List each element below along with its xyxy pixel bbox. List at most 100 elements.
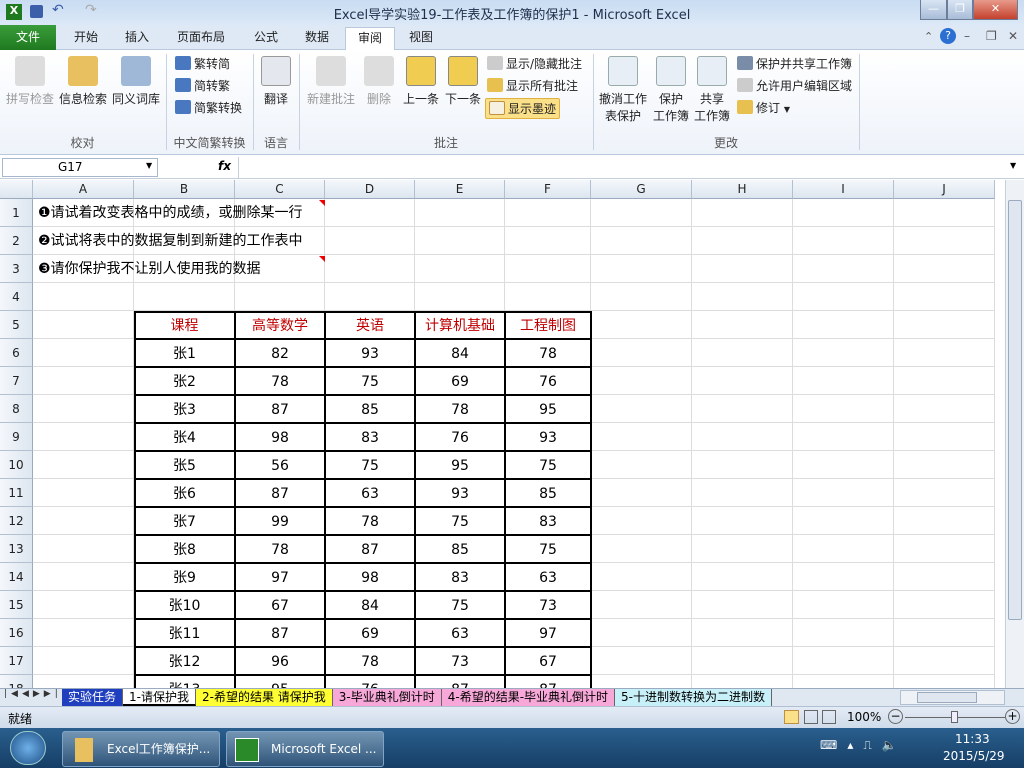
table-cell[interactable]: 76: [325, 675, 415, 688]
allow-edit-ranges-button[interactable]: 允许用户编辑区域: [737, 76, 852, 96]
cell[interactable]: [33, 367, 134, 395]
track-changes-button[interactable]: 修订 ▼: [737, 98, 790, 118]
zoom-level[interactable]: 100%: [847, 710, 881, 724]
tab-data[interactable]: 数据: [293, 27, 341, 50]
cell[interactable]: [793, 339, 894, 367]
row-header-10[interactable]: 10: [0, 451, 33, 479]
table-cell[interactable]: 78: [325, 507, 415, 535]
trad-to-simp-button[interactable]: 繁转简: [175, 54, 230, 74]
horizontal-scrollbar[interactable]: [900, 690, 1005, 705]
row-header-13[interactable]: 13: [0, 535, 33, 563]
cell[interactable]: [894, 199, 995, 227]
help-icon[interactable]: ?: [940, 28, 956, 44]
cell[interactable]: [894, 255, 995, 283]
column-header-H[interactable]: H: [692, 180, 793, 199]
cell[interactable]: [692, 227, 793, 255]
wb-minimize-icon[interactable]: –: [964, 29, 970, 43]
cell[interactable]: [505, 255, 591, 283]
column-header-D[interactable]: D: [325, 180, 415, 199]
cell[interactable]: [793, 395, 894, 423]
formula-input[interactable]: [238, 157, 1008, 178]
table-cell[interactable]: 69: [325, 619, 415, 647]
restore-button[interactable]: ❐: [947, 0, 973, 20]
page-layout-view-icon[interactable]: [804, 710, 818, 724]
cell[interactable]: [33, 451, 134, 479]
next-comment-button[interactable]: 下一条: [443, 56, 483, 107]
table-cell[interactable]: 75: [505, 451, 591, 479]
clock-date[interactable]: 2015/5/29: [943, 749, 1005, 763]
row-header-9[interactable]: 9: [0, 423, 33, 451]
cell[interactable]: [33, 591, 134, 619]
table-cell[interactable]: 张2: [134, 367, 235, 395]
row-header-12[interactable]: 12: [0, 507, 33, 535]
cell[interactable]: [793, 367, 894, 395]
cell[interactable]: [33, 311, 134, 339]
table-cell[interactable]: 93: [505, 423, 591, 451]
cell[interactable]: [505, 227, 591, 255]
cell[interactable]: [692, 255, 793, 283]
cell[interactable]: [894, 339, 995, 367]
row-header-17[interactable]: 17: [0, 647, 33, 675]
table-cell[interactable]: 87: [325, 535, 415, 563]
table-cell[interactable]: 张8: [134, 535, 235, 563]
cell[interactable]: [692, 675, 793, 688]
column-header-J[interactable]: J: [894, 180, 995, 199]
table-cell[interactable]: 82: [235, 339, 325, 367]
table-cell[interactable]: 78: [505, 339, 591, 367]
cell[interactable]: [692, 283, 793, 311]
table-cell[interactable]: 63: [415, 619, 505, 647]
row-header-4[interactable]: 4: [0, 283, 33, 311]
show-hide-comment-button[interactable]: 显示/隐藏批注: [487, 54, 582, 74]
expand-formula-icon[interactable]: ▼: [1010, 161, 1016, 170]
table-cell[interactable]: 95: [415, 451, 505, 479]
cell[interactable]: [415, 199, 505, 227]
table-cell[interactable]: 75: [325, 451, 415, 479]
cell[interactable]: [591, 339, 692, 367]
tab-page-layout[interactable]: 页面布局: [165, 27, 237, 50]
translate-button[interactable]: 翻译: [256, 56, 296, 107]
table-cell[interactable]: 张6: [134, 479, 235, 507]
cell[interactable]: [692, 395, 793, 423]
cell[interactable]: [894, 675, 995, 688]
table-cell[interactable]: 95: [235, 675, 325, 688]
new-comment-button[interactable]: 新建批注: [303, 56, 359, 107]
cell[interactable]: [793, 675, 894, 688]
research-button[interactable]: 信息检索: [57, 56, 109, 107]
cell[interactable]: [692, 451, 793, 479]
table-cell[interactable]: 99: [235, 507, 325, 535]
share-workbook-button[interactable]: 共享 工作簿: [692, 56, 732, 124]
sheet-tab[interactable]: 3-毕业典礼倒计时: [332, 689, 442, 706]
cell[interactable]: [33, 619, 134, 647]
zoom-out-icon[interactable]: −: [888, 709, 903, 724]
cell[interactable]: [591, 619, 692, 647]
row-header-5[interactable]: 5: [0, 311, 33, 339]
table-cell[interactable]: 85: [415, 535, 505, 563]
row-header-1[interactable]: 1: [0, 199, 33, 227]
cell[interactable]: [33, 283, 134, 311]
table-cell[interactable]: 84: [415, 339, 505, 367]
cell[interactable]: [894, 619, 995, 647]
cell[interactable]: [793, 535, 894, 563]
tab-home[interactable]: 开始: [62, 27, 110, 50]
cell[interactable]: [591, 647, 692, 675]
sheet-tab[interactable]: 实验任务: [62, 689, 124, 706]
table-cell[interactable]: 73: [415, 647, 505, 675]
cell[interactable]: [591, 479, 692, 507]
cell[interactable]: [415, 227, 505, 255]
cell[interactable]: [591, 535, 692, 563]
table-cell[interactable]: 85: [325, 395, 415, 423]
sheet-tab[interactable]: 1-请保护我: [123, 689, 196, 706]
cell[interactable]: [33, 423, 134, 451]
cell[interactable]: [33, 395, 134, 423]
cell[interactable]: [591, 451, 692, 479]
name-box-dropdown-icon[interactable]: ▼: [146, 161, 152, 170]
cell[interactable]: [591, 507, 692, 535]
table-cell[interactable]: 67: [235, 591, 325, 619]
cell[interactable]: [692, 535, 793, 563]
cell[interactable]: [894, 283, 995, 311]
fx-button[interactable]: fx: [218, 159, 231, 173]
table-cell[interactable]: 78: [235, 535, 325, 563]
table-cell[interactable]: 张11: [134, 619, 235, 647]
cell[interactable]: [894, 311, 995, 339]
row-header-14[interactable]: 14: [0, 563, 33, 591]
